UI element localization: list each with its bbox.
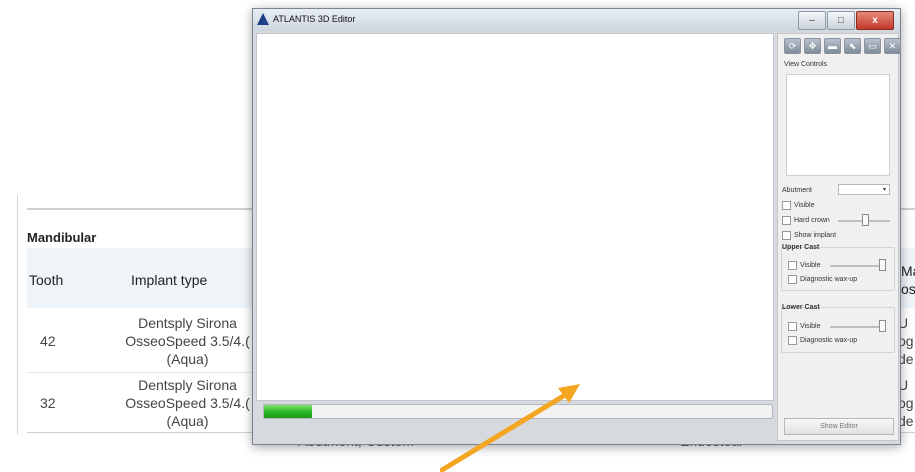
lower-cast-slider-thumb[interactable] [879,320,886,332]
lower-cast-slider[interactable] [830,326,886,328]
upper-visible-row[interactable]: Visible [788,261,821,270]
hard-crown-label: Hard crown [794,217,830,224]
visible-checkbox-row[interactable]: Visible [782,201,815,210]
visible-checkbox[interactable] [782,201,791,210]
title-bar[interactable]: ATLANTIS 3D Editor – □ x [253,9,900,31]
section-title: Mandibular [27,230,97,245]
zoom-icon[interactable]: ▬ [824,38,841,54]
lower-visible-label: Visible [800,323,821,330]
abutment-dropdown[interactable]: ▾ [838,184,890,195]
select-icon[interactable]: ⬉ [844,38,861,54]
implant-line: Dentsply Sirona [138,377,237,393]
column-header-tooth: Tooth [29,272,64,288]
table-cell-implant: Dentsply Sirona OsseoSpeed 3.5/4.( (Aqua… [115,314,260,368]
rotate-icon[interactable]: ⟳ [784,38,801,54]
maximize-button[interactable]: □ [827,11,855,30]
view-controls-area[interactable] [786,74,890,176]
row-divider [27,372,267,373]
view-icon[interactable]: ▭ [864,38,881,54]
lower-wax-row[interactable]: Diagnostic wax-up [788,336,857,345]
lower-visible-checkbox[interactable] [788,322,797,331]
abutment-label: Abutment [782,187,812,194]
chevron-down-icon: ▾ [882,187,886,193]
table-cell-tooth: 32 [40,395,56,411]
table-cell-tooth: 42 [40,333,56,349]
annotation-arrow [440,384,580,472]
arrow-shaft [440,389,573,472]
hard-crown-slider-thumb[interactable] [862,214,869,226]
window-controls: – □ x [797,11,894,30]
implant-line: OsseoSpeed 3.5/4.( [125,395,250,411]
view-toolbar: ⟳ ✥ ▬ ⬉ ▭ ✕ [784,38,904,54]
view-controls-label: View Controls [784,61,828,68]
side-panel: ⟳ ✥ ▬ ⬉ ▭ ✕ View Controls Abutment ▾ Vis… [777,33,901,441]
visible-label: Visible [794,202,815,209]
progress-bar-fill [264,405,313,418]
upper-cast-slider-thumb[interactable] [879,259,886,271]
column-header-fragment: Ma [901,263,915,279]
upper-wax-label: Diagnostic wax-up [800,276,858,283]
pan-icon[interactable]: ✥ [804,38,821,54]
lower-wax-label: Diagnostic wax-up [800,337,858,344]
upper-visible-label: Visible [800,262,821,269]
table-cell-implant: Dentsply Sirona OsseoSpeed 3.5/4.( (Aqua… [115,376,260,430]
lower-wax-checkbox[interactable] [788,336,797,345]
show-implant-checkbox-row[interactable]: Show implant [782,231,836,240]
left-border [17,195,18,435]
lower-cast-label: Lower Cast [782,304,820,311]
upper-wax-checkbox[interactable] [788,275,797,284]
minimize-button[interactable]: – [798,11,826,30]
implant-line: Dentsply Sirona [138,315,237,331]
column-header-fragment: os [901,281,915,297]
hard-crown-checkbox-row[interactable]: Hard crown [782,216,830,225]
upper-wax-row[interactable]: Diagnostic wax-up [788,275,857,284]
show-editor-button[interactable]: Show Editor [784,418,894,435]
upper-cast-label: Upper Cast [782,244,820,251]
hard-crown-checkbox[interactable] [782,216,791,225]
lower-visible-row[interactable]: Visible [788,322,821,331]
upper-visible-checkbox[interactable] [788,261,797,270]
implant-line: (Aqua) [166,413,209,429]
atlantis-logo-icon [257,13,269,25]
clip-icon[interactable]: ✕ [884,38,901,54]
3d-viewport[interactable] [256,33,774,419]
close-button[interactable]: x [856,11,894,30]
upper-cast-slider[interactable] [830,265,886,267]
implant-line: OsseoSpeed 3.5/4.( [125,333,250,349]
implant-line: (Aqua) [166,351,209,367]
column-header-implant-type: Implant type [131,272,208,288]
window-title: ATLANTIS 3D Editor [273,14,356,24]
show-implant-checkbox[interactable] [782,231,791,240]
show-implant-label: Show implant [794,232,837,239]
